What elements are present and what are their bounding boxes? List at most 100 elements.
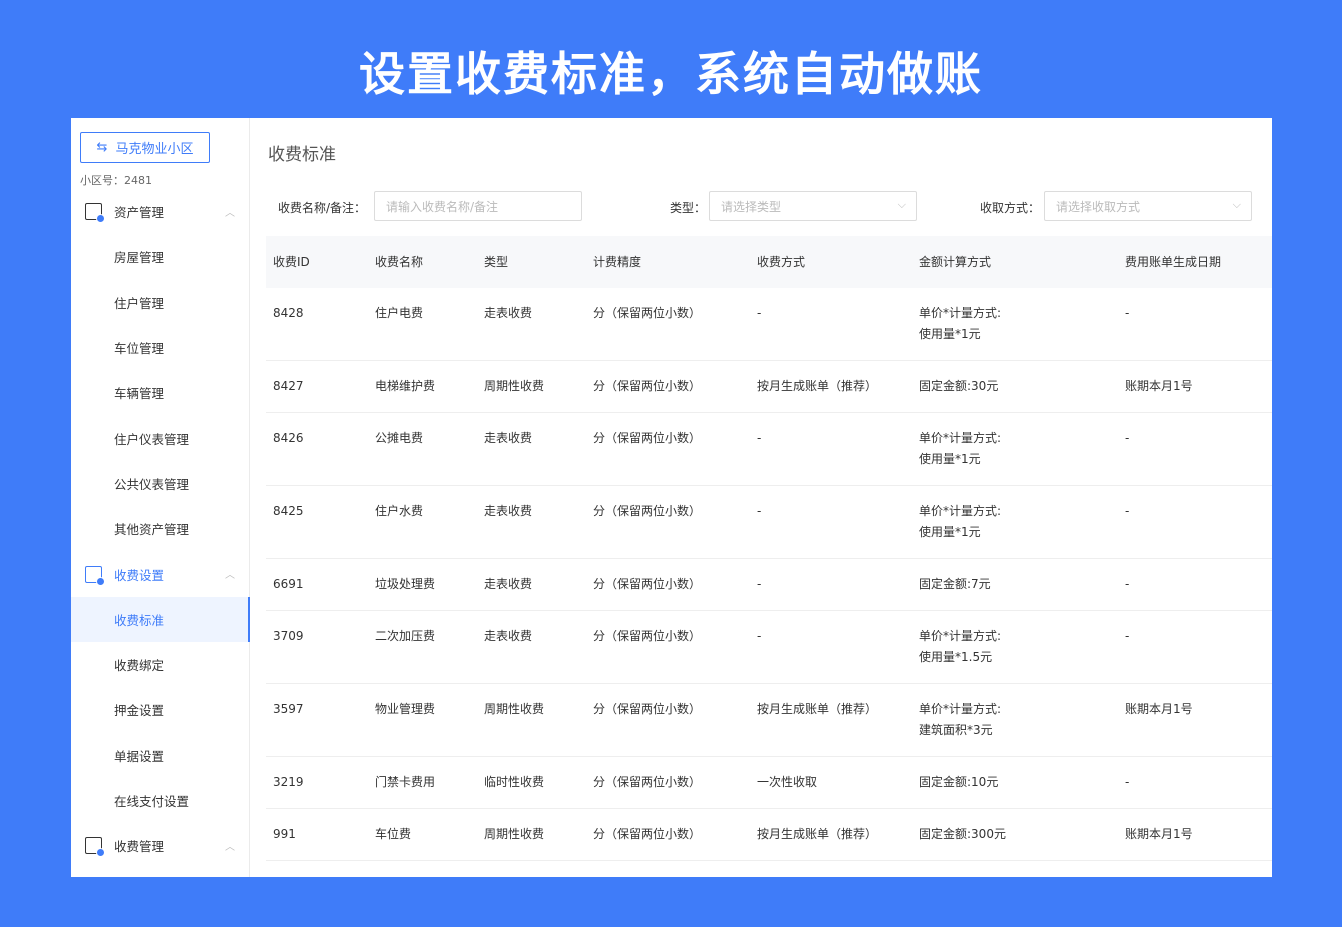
table-cell: 临时性收费 bbox=[484, 775, 545, 789]
table-cell: - bbox=[757, 629, 762, 643]
amount-line: 固定金额:7元 bbox=[919, 577, 991, 591]
sidebar-item-0-3[interactable]: 车辆管理 bbox=[71, 370, 250, 415]
sidebar-group-2[interactable]: 收费管理 ︿ bbox=[71, 823, 250, 868]
column-header: 收费ID bbox=[273, 254, 310, 269]
amount-cell: 单价*计量方式: 使用量*1.5元 bbox=[919, 611, 1125, 668]
sidebar-item-1-3[interactable]: 单据设置 bbox=[71, 733, 250, 778]
sidebar-item-label: 车辆管理 bbox=[114, 386, 165, 402]
column-header: 金额计算方式 bbox=[919, 254, 992, 269]
main-content: 收费标准 收费名称/备注： 请输入收费名称/备注 类型： 请选择类型 ⌵ 收取方… bbox=[251, 118, 1272, 877]
sidebar-item-0-6[interactable]: 其他资产管理 bbox=[71, 506, 250, 551]
method-filter-label: 收取方式： bbox=[980, 201, 1041, 215]
menu-group-icon bbox=[85, 203, 105, 224]
menu-group-icon bbox=[85, 565, 105, 586]
sidebar-item-0-5[interactable]: 公共仪表管理 bbox=[71, 461, 250, 506]
table-cell: - bbox=[757, 431, 762, 445]
table-cell: 分（保留两位小数） bbox=[593, 827, 702, 841]
table-cell: 周期性收费 bbox=[484, 379, 545, 393]
table-cell: 走表收费 bbox=[484, 504, 533, 518]
amount-cell: 固定金额:7元 bbox=[919, 559, 1125, 595]
table-cell: 分（保留两位小数） bbox=[593, 306, 702, 320]
name-filter-input[interactable]: 请输入收费名称/备注 bbox=[374, 191, 582, 221]
table-row: 8425 住户水费 走表收费 分（保留两位小数） - 单价*计量方式: 使用量*1元 - bbox=[266, 486, 1272, 559]
sidebar-item-label: 房屋管理 bbox=[114, 250, 165, 266]
community-switch-button[interactable]: ⇆ 马克物业小区 bbox=[80, 132, 210, 163]
table-header: 收费ID 收费名称 类型 计费精度 收费方式 金额计算方式 费用账单生成日期 bbox=[266, 236, 1272, 288]
sidebar-nav: 资产管理 ︿ 房屋管理 住户管理 车位管理 车辆管理 住户仪表管理 公共仪表管理 其他资产管理收… bbox=[71, 189, 250, 868]
sidebar-item-0-4[interactable]: 住户仪表管理 bbox=[71, 415, 250, 460]
chevron-up-icon: ︿ bbox=[225, 842, 235, 854]
sidebar-item-1-0[interactable]: 收费标准 bbox=[71, 596, 250, 642]
table-cell: 按月生成账单（推荐） bbox=[757, 379, 878, 393]
sidebar-group-label: 收费管理 bbox=[114, 839, 165, 855]
table-cell: - bbox=[757, 577, 762, 591]
table-cell: 账期本月1号 bbox=[1125, 702, 1193, 716]
table-row: 3219 门禁卡费用 临时性收费 分（保留两位小数） 一次性收取 固定金额:10元 - bbox=[266, 757, 1272, 809]
amount-cell: 单价*计量方式: 建筑面积*3元 bbox=[919, 684, 1125, 741]
amount-cell: 单价*计量方式: 使用量*1元 bbox=[919, 486, 1125, 543]
table-cell: 电梯维护费 bbox=[375, 379, 436, 393]
table-cell: 分（保留两位小数） bbox=[593, 379, 702, 393]
table-cell: 垃圾处理费 bbox=[375, 577, 436, 591]
table-cell: 按月生成账单（推荐） bbox=[757, 702, 878, 716]
table-cell: 二次加压费 bbox=[375, 629, 436, 643]
amount-line: 单价*计量方式: bbox=[919, 306, 1002, 320]
sidebar-group-1[interactable]: 收费设置 ︿ bbox=[71, 551, 250, 596]
sidebar-group-0[interactable]: 资产管理 ︿ bbox=[71, 189, 250, 234]
sidebar-item-label: 公共仪表管理 bbox=[114, 476, 190, 492]
fee-standard-table: 收费ID 收费名称 类型 计费精度 收费方式 金额计算方式 费用账单生成日期 8428 住户电… bbox=[266, 236, 1272, 861]
table-cell: 走表收费 bbox=[484, 306, 533, 320]
table-cell: 分（保留两位小数） bbox=[593, 431, 702, 445]
sidebar-item-label: 收费标准 bbox=[114, 612, 165, 628]
table-cell: 走表收费 bbox=[484, 577, 533, 591]
table-cell: 分（保留两位小数） bbox=[593, 577, 702, 591]
type-filter-select[interactable]: 请选择类型 ⌵ bbox=[709, 191, 917, 221]
table-row: 3597 物业管理费 周期性收费 分（保留两位小数） 按月生成账单（推荐） 单价*计量方式… bbox=[266, 684, 1272, 757]
sidebar-group-label: 资产管理 bbox=[114, 205, 165, 221]
table-cell: 按月生成账单（推荐） bbox=[757, 827, 878, 841]
table-cell: 3709 bbox=[273, 629, 304, 643]
table-cell: 周期性收费 bbox=[484, 827, 545, 841]
app-window: ⇆ 马克物业小区 小区号：2481 资产管理 ︿ 房屋管理 住户管理 车位管理 车辆管理住… bbox=[71, 118, 1272, 877]
amount-line: 使用量*1元 bbox=[919, 525, 981, 539]
table-cell: 走表收费 bbox=[484, 629, 533, 643]
amount-line: 建筑面积*3元 bbox=[919, 723, 993, 737]
chevron-down-icon: ⌵ bbox=[1232, 198, 1241, 211]
sidebar-item-0-0[interactable]: 房屋管理 bbox=[71, 234, 250, 279]
amount-line: 使用量*1元 bbox=[919, 327, 981, 341]
sidebar-item-0-2[interactable]: 车位管理 bbox=[71, 325, 250, 370]
table-cell: 8427 bbox=[273, 379, 304, 393]
amount-line: 单价*计量方式: bbox=[919, 504, 1002, 518]
table-cell: 3219 bbox=[273, 775, 304, 789]
amount-cell: 固定金额:300元 bbox=[919, 809, 1125, 845]
column-header: 费用账单生成日期 bbox=[1125, 254, 1222, 269]
chevron-up-icon: ︿ bbox=[225, 208, 235, 219]
type-filter-placeholder: 请选择类型 bbox=[721, 199, 782, 214]
amount-cell: 单价*计量方式: 使用量*1元 bbox=[919, 288, 1125, 345]
table-row: 8427 电梯维护费 周期性收费 分（保留两位小数） 按月生成账单（推荐） 固定金额:30… bbox=[266, 361, 1272, 413]
table-cell: 住户水费 bbox=[375, 504, 424, 518]
sidebar-item-label: 押金设置 bbox=[114, 703, 165, 719]
table-row: 991 车位费 周期性收费 分（保留两位小数） 按月生成账单（推荐） 固定金额:300元 账… bbox=[266, 809, 1272, 861]
table-cell: 8426 bbox=[273, 431, 304, 445]
amount-cell: 固定金额:10元 bbox=[919, 757, 1125, 793]
sidebar-group-label: 收费设置 bbox=[114, 567, 165, 583]
chevron-down-icon: ⌵ bbox=[897, 198, 906, 211]
menu-group-icon bbox=[85, 837, 105, 858]
amount-line: 固定金额:300元 bbox=[919, 827, 1006, 841]
table-cell: 账期本月1号 bbox=[1125, 827, 1193, 841]
swap-icon: ⇆ bbox=[96, 140, 108, 155]
table-cell: 门禁卡费用 bbox=[375, 775, 436, 789]
method-filter-select[interactable]: 请选择收取方式 ⌵ bbox=[1044, 191, 1252, 221]
column-header: 计费精度 bbox=[593, 254, 642, 269]
sidebar-item-label: 其他资产管理 bbox=[114, 522, 190, 538]
sidebar-item-1-1[interactable]: 收费绑定 bbox=[71, 642, 250, 687]
table-cell: - bbox=[757, 504, 762, 518]
sidebar-item-1-4[interactable]: 在线支付设置 bbox=[71, 778, 250, 823]
table-cell: - bbox=[1125, 504, 1130, 518]
chevron-up-icon: ︿ bbox=[225, 570, 235, 582]
sidebar: ⇆ 马克物业小区 小区号：2481 资产管理 ︿ 房屋管理 住户管理 车位管理 车辆管理住… bbox=[71, 118, 250, 877]
amount-line: 使用量*1.5元 bbox=[919, 650, 993, 664]
sidebar-item-0-1[interactable]: 住户管理 bbox=[71, 280, 250, 325]
sidebar-item-1-2[interactable]: 押金设置 bbox=[71, 687, 250, 732]
